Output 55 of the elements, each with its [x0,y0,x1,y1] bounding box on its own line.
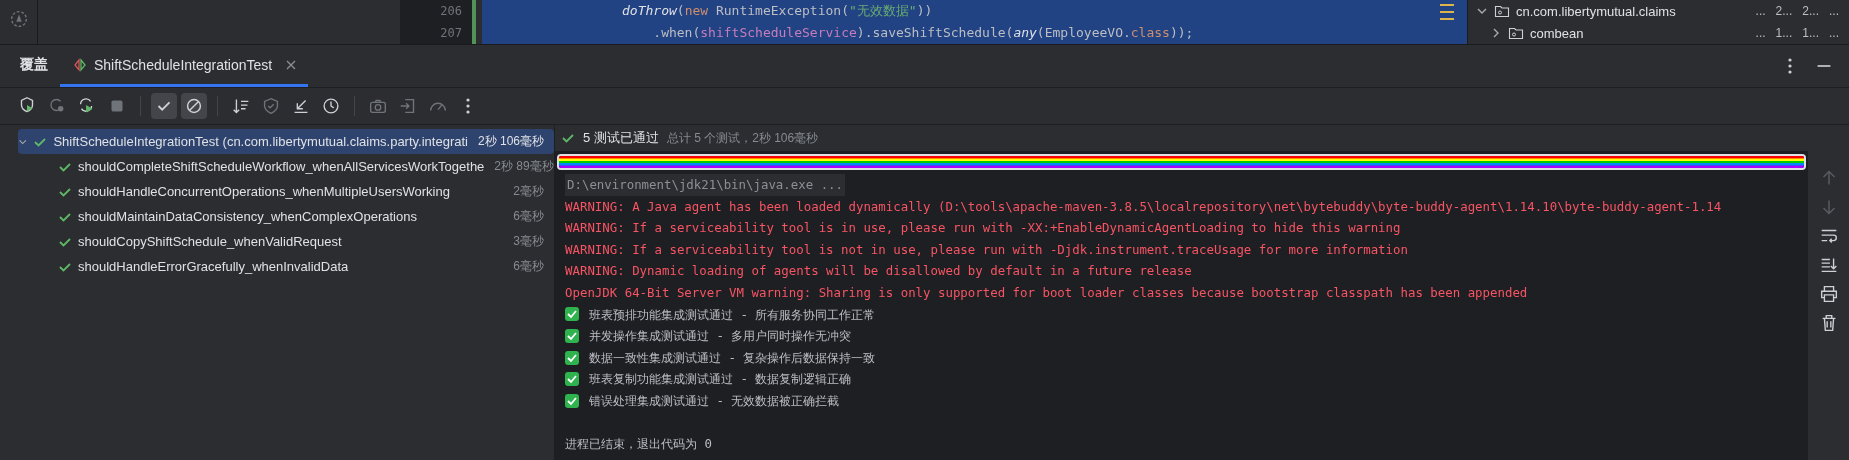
test-tree-row[interactable]: shouldCopyShiftSchedule_whenValidRequest 3毫秒 [18,229,554,254]
close-icon[interactable] [286,59,297,70]
test-name: ShiftScheduleIntegrationTest (cn.com.libertymutual.claims.party.integrati [53,134,468,149]
test-name: shouldHandleConcurrentOperations_whenMultipleUsersWorking [78,184,450,199]
marker-icon [1440,4,1454,6]
tree-item[interactable]: cn.com.libertymutual.claims [1516,3,1676,19]
test-tree-row[interactable]: ShiftScheduleIntegrationTest (cn.com.libertymutual.claims.party.integrati 2秒 106毫秒 [18,129,554,154]
test-name: shouldCompleteShiftScheduleWorkflow_whenAllServicesWorkTogethe [78,159,485,174]
folder-icon [1508,25,1524,41]
column-value: 2... [1775,4,1793,18]
column-value: ... [1829,26,1839,40]
output-line: 班表预排功能集成测试通过 - 所有服务协同工作正常 [589,305,876,324]
tab[interactable]: ShiftScheduleIntegrationTest [60,45,309,87]
output-line: 错误处理集成测试通过 - 无效数据被正确拦截 [589,391,840,410]
test-tree-row[interactable]: shouldHandleConcurrentOperations_whenMultipleUsersWorking 2毫秒 [18,179,554,204]
code-line: doThrow(new RuntimeException("无效数据")) [622,2,934,20]
warning-line: WARNING: A Java agent has been loaded dynamically (D:\tools\apache-maven-3.8.5\localrepository\net\bytebuddy\byte-buddy-agent\1.14.10\byte-buddy-agent-1.14 [565,197,1722,216]
marker-icon [1440,11,1454,13]
tree-item[interactable]: combean [1530,25,1584,41]
test-duration: 2毫秒 [512,183,544,200]
column-value: 1... [1775,26,1793,40]
test-summary: 5 测试已通过 [583,129,659,147]
column-value: ... [1829,4,1839,18]
column-value: 2... [1802,4,1819,18]
line-number: 206 [440,3,462,20]
test-duration: 3毫秒 [512,233,544,250]
column-value: ... [1755,4,1766,18]
test-tree-row[interactable]: shouldCompleteShiftScheduleWorkflow_whenAllServicesWorkTogethe 2秒 89毫秒 [18,154,554,179]
folder-icon [1494,3,1510,19]
test-name: shouldMaintainDataConsistency_whenComplexOperations [78,209,417,224]
output-line: 并发操作集成测试通过 - 多用户同时操作无冲突 [589,327,852,346]
column-value: ... [1755,26,1766,40]
test-run-icon [72,56,88,73]
warning-line: OpenJDK 64-Bit Server VM warning: Sharing is only supported for boot loader classes because bootstrap classpath has been appended [565,283,1528,302]
test-name: shouldCopyShiftSchedule_whenValidRequest [78,234,342,249]
warning-line: WARNING: If a serviceability tool is not in use, please run with -Djdk.instrument.traceUsage for more information [565,240,1408,259]
warning-line: WARNING: Dynamic loading of agents will be disallowed by default in a future release [565,262,1192,281]
line-number: 207 [440,25,462,42]
output-line: 进程已结束，退出代码为 0 [565,435,712,454]
test-duration: 2秒 106毫秒 [476,133,544,150]
output-line: 数据一致性集成测试通过 - 复杂操作后数据保持一致 [589,348,876,367]
test-duration: 6毫秒 [512,208,544,225]
test-duration: 2秒 89毫秒 [493,158,554,175]
warning-line: WARNING: If a serviceability tool is in use, please run with -XX:+EnableDynamicAgentLoading to hide this warning [565,219,1401,238]
marker-icon [1440,18,1454,20]
test-total: 总计 5 个测试，2秒 106毫秒 [666,129,819,147]
test-duration: 6毫秒 [512,258,544,275]
code-line: .when(shiftScheduleService).saveShiftSchedule(any(EmployeeVO.class)); [652,24,1195,42]
output-line: 班表复制功能集成测试通过 - 数据复制逻辑正确 [589,370,852,389]
test-name: shouldHandleErrorGracefully_whenInvalidData [78,259,349,274]
tab[interactable]: 覆盖 [8,45,60,87]
test-tree-row[interactable]: shouldHandleErrorGracefully_whenInvalidData 6毫秒 [18,254,554,279]
column-value: 1... [1802,26,1819,40]
test-tree-row[interactable]: shouldMaintainDataConsistency_whenComplexOperations 6毫秒 [18,204,554,229]
more-icon [1787,58,1793,74]
